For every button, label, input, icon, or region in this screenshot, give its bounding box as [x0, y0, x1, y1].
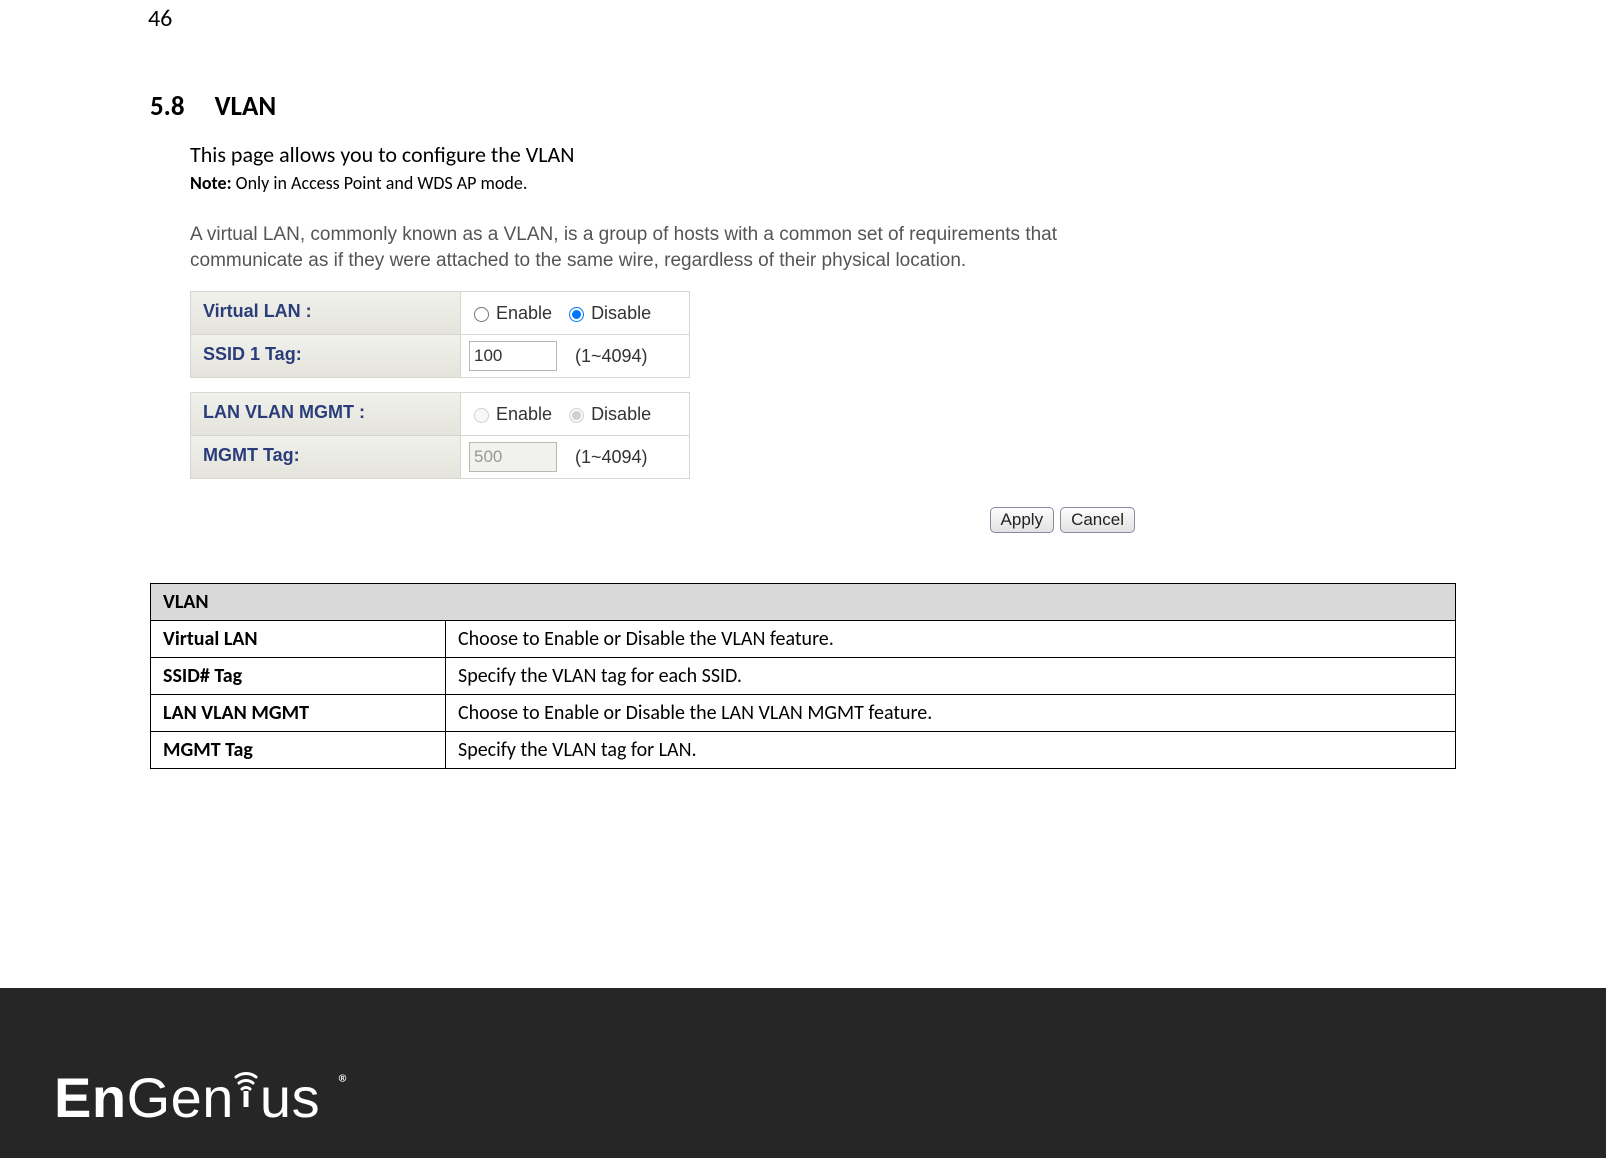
ref-desc: Choose to Enable or Disable the LAN VLAN… [446, 695, 1456, 732]
ref-header: VLAN [151, 584, 1456, 621]
logo-registered: ® [338, 1069, 350, 1098]
label-ssid1-tag: SSID 1 Tag: [191, 335, 461, 377]
section-heading: 5.8 VLAN [150, 90, 1456, 123]
ref-term: MGMT Tag [151, 732, 446, 769]
vlan-screenshot: A virtual LAN, commonly known as a VLAN,… [190, 222, 1135, 533]
lanmgmt-enable-label: Enable [496, 404, 552, 425]
label-mgmt-tag: MGMT Tag: [191, 436, 461, 478]
vlan-disable-label: Disable [591, 303, 651, 324]
row-virtual-lan: Virtual LAN : Enable Disable [190, 291, 690, 334]
wifi-icon [232, 1055, 260, 1120]
mgmt-range: (1~4094) [575, 447, 648, 468]
note-body: Only in Access Point and WDS AP mode. [232, 172, 528, 194]
label-lan-vlan-mgmt: LAN VLAN MGMT : [191, 393, 461, 435]
row-mgmt-tag: MGMT Tag: (1~4094) [190, 435, 690, 479]
lanmgmt-enable-option[interactable]: Enable [469, 404, 552, 425]
row-ssid1-tag: SSID 1 Tag: (1~4094) [190, 334, 690, 378]
vlan-enable-label: Enable [496, 303, 552, 324]
value-lan-vlan-mgmt: Enable Disable [461, 393, 689, 435]
footer-band: EnGen us ® [0, 988, 1606, 1158]
lanmgmt-disable-label: Disable [591, 404, 651, 425]
ref-desc: Specify the VLAN tag for LAN. [446, 732, 1456, 769]
section-title: VLAN [215, 90, 277, 123]
lanmgmt-enable-radio[interactable] [474, 408, 489, 423]
value-ssid1-tag: (1~4094) [461, 335, 689, 377]
ref-term: LAN VLAN MGMT [151, 695, 446, 732]
vlan-enable-option[interactable]: Enable [469, 303, 552, 324]
content: 5.8 VLAN This page allows you to configur… [0, 0, 1606, 769]
ref-desc: Specify the VLAN tag for each SSID. [446, 658, 1456, 695]
logo-part-a: En [54, 1066, 127, 1129]
engenius-logo: EnGen us ® [54, 1055, 350, 1130]
apply-button[interactable]: Apply [990, 507, 1055, 533]
ref-term: SSID# Tag [151, 658, 446, 695]
value-virtual-lan: Enable Disable [461, 292, 689, 334]
label-virtual-lan: Virtual LAN : [191, 292, 461, 334]
value-mgmt-tag: (1~4094) [461, 436, 689, 478]
section-number: 5.8 [150, 90, 185, 123]
lanmgmt-disable-option[interactable]: Disable [564, 404, 651, 425]
intro-text: This page allows you to configure the VL… [190, 141, 1456, 168]
ref-term: Virtual LAN [151, 621, 446, 658]
table-row: Virtual LAN Choose to Enable or Disable … [151, 621, 1456, 658]
page: 46 5.8 VLAN This page allows you to confi… [0, 0, 1606, 1158]
ssid1-range: (1~4094) [575, 346, 648, 367]
button-bar: Apply Cancel [190, 507, 1135, 533]
mgmt-tag-input[interactable] [469, 442, 557, 472]
note-text: Note: Only in Access Point and WDS AP mo… [190, 172, 1456, 194]
page-number: 46 [148, 4, 172, 33]
table-row: SSID# Tag Specify the VLAN tag for each … [151, 658, 1456, 695]
ref-desc: Choose to Enable or Disable the VLAN fea… [446, 621, 1456, 658]
lanmgmt-disable-radio[interactable] [569, 408, 584, 423]
vlan-reference-table: VLAN Virtual LAN Choose to Enable or Dis… [150, 583, 1456, 769]
logo-part-b: Gen [127, 1066, 234, 1129]
note-label: Note: [190, 172, 232, 194]
vlan-enable-radio[interactable] [474, 307, 489, 322]
logo-part-c: us [260, 1066, 320, 1129]
table-row: LAN VLAN MGMT Choose to Enable or Disabl… [151, 695, 1456, 732]
cancel-button[interactable]: Cancel [1060, 507, 1135, 533]
vlan-form: Virtual LAN : Enable Disable SSID 1 Tag [190, 291, 690, 479]
vlan-disable-radio[interactable] [569, 307, 584, 322]
vlan-disable-option[interactable]: Disable [564, 303, 651, 324]
row-lan-vlan-mgmt: LAN VLAN MGMT : Enable Disable [190, 392, 690, 435]
vlan-description: A virtual LAN, commonly known as a VLAN,… [190, 222, 1135, 273]
ssid1-tag-input[interactable] [469, 341, 557, 371]
table-row: MGMT Tag Specify the VLAN tag for LAN. [151, 732, 1456, 769]
